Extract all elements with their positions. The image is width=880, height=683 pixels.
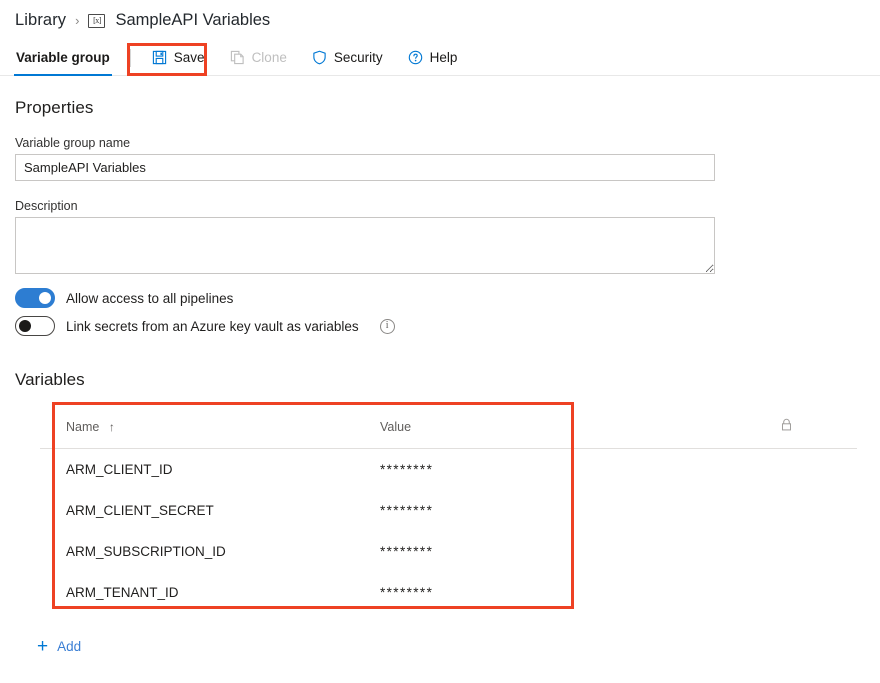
properties-heading: Properties <box>15 98 94 117</box>
security-button-label: Security <box>333 50 383 65</box>
allow-access-toggle-row: Allow access to all pipelines <box>15 288 865 308</box>
variables-heading: Variables <box>15 370 85 389</box>
help-button[interactable]: Help <box>400 45 466 70</box>
save-icon <box>152 50 167 65</box>
allow-access-toggle[interactable] <box>15 288 55 308</box>
tab-variable-group-label: Variable group <box>16 50 110 65</box>
variable-lock-cell <box>780 572 857 613</box>
breadcrumb: Library › [x] SampleAPI Variables <box>0 0 880 40</box>
variable-name-cell: ARM_CLIENT_ID <box>66 462 173 477</box>
table-header-row: Name ↑ Value <box>40 404 857 449</box>
breadcrumb-separator-icon: › <box>75 12 80 28</box>
variable-lock-cell <box>780 490 857 531</box>
key-vault-toggle-label: Link secrets from an Azure key vault as … <box>66 318 359 334</box>
column-header-name-label: Name <box>66 419 100 434</box>
variables-table-wrapper: Name ↑ Value ARM_CLIENT_ID ******** ARM_… <box>40 402 857 613</box>
toolbar: Variable group Save Clone Security Help <box>0 40 880 76</box>
clone-icon <box>230 50 245 65</box>
clone-button-label: Clone <box>251 50 287 65</box>
variable-group-name-label: Variable group name <box>15 136 131 150</box>
shield-icon <box>312 50 327 65</box>
info-icon[interactable]: i <box>379 318 395 334</box>
variable-lock-cell <box>780 449 857 491</box>
plus-icon: + <box>37 636 49 657</box>
column-header-value[interactable]: Value <box>380 404 780 449</box>
table-row[interactable]: ARM_CLIENT_SECRET ******** <box>40 490 857 531</box>
table-row[interactable]: ARM_CLIENT_ID ******** <box>40 449 857 491</box>
variable-name-cell: ARM_CLIENT_SECRET <box>66 503 214 518</box>
tab-variable-group[interactable]: Variable group <box>14 40 112 76</box>
toggle-knob <box>19 320 31 332</box>
description-textarea[interactable] <box>15 217 715 274</box>
table-row[interactable]: ARM_SUBSCRIPTION_ID ******** <box>40 531 857 572</box>
table-row[interactable]: ARM_TENANT_ID ******** <box>40 572 857 613</box>
breadcrumb-current-item: SampleAPI Variables <box>115 10 271 29</box>
sort-ascending-icon: ↑ <box>108 419 115 434</box>
save-button[interactable]: Save <box>144 45 213 70</box>
variables-table: Name ↑ Value ARM_CLIENT_ID ******** ARM_… <box>40 404 857 613</box>
variable-value-cell: ******** <box>380 585 434 600</box>
variable-group-icon: [x] <box>88 14 106 28</box>
lock-icon <box>780 418 793 435</box>
variables-table-head: Name ↑ Value <box>40 404 857 449</box>
description-label: Description <box>15 199 78 213</box>
allow-access-toggle-label: Allow access to all pipelines <box>66 290 234 306</box>
column-header-name[interactable]: Name ↑ <box>40 404 380 449</box>
toggle-knob <box>39 292 51 304</box>
variables-table-body: ARM_CLIENT_ID ******** ARM_CLIENT_SECRET… <box>40 449 857 614</box>
variable-value-cell: ******** <box>380 503 434 518</box>
key-vault-toggle-row: Link secrets from an Azure key vault as … <box>15 316 865 336</box>
main-content: Properties Variable group name Descripti… <box>0 98 880 656</box>
security-button[interactable]: Security <box>304 45 391 70</box>
variable-value-cell: ******** <box>380 544 434 559</box>
breadcrumb-link-library[interactable]: Library <box>15 11 66 30</box>
help-button-label: Help <box>429 50 458 65</box>
variable-lock-cell <box>780 531 857 572</box>
add-variable-button[interactable]: + Add <box>37 637 81 656</box>
variable-name-cell: ARM_SUBSCRIPTION_ID <box>66 544 226 559</box>
column-header-value-label: Value <box>380 419 412 434</box>
variable-name-cell: ARM_TENANT_ID <box>66 585 179 600</box>
toolbar-divider <box>129 48 131 67</box>
column-header-lock <box>780 404 857 449</box>
clone-button[interactable]: Clone <box>222 45 295 70</box>
add-variable-label: Add <box>57 639 82 654</box>
variable-value-cell: ******** <box>380 462 434 477</box>
save-button-label: Save <box>173 50 205 65</box>
variable-group-name-input[interactable] <box>15 154 715 181</box>
question-circle-icon <box>408 50 423 65</box>
key-vault-toggle[interactable] <box>15 316 55 336</box>
